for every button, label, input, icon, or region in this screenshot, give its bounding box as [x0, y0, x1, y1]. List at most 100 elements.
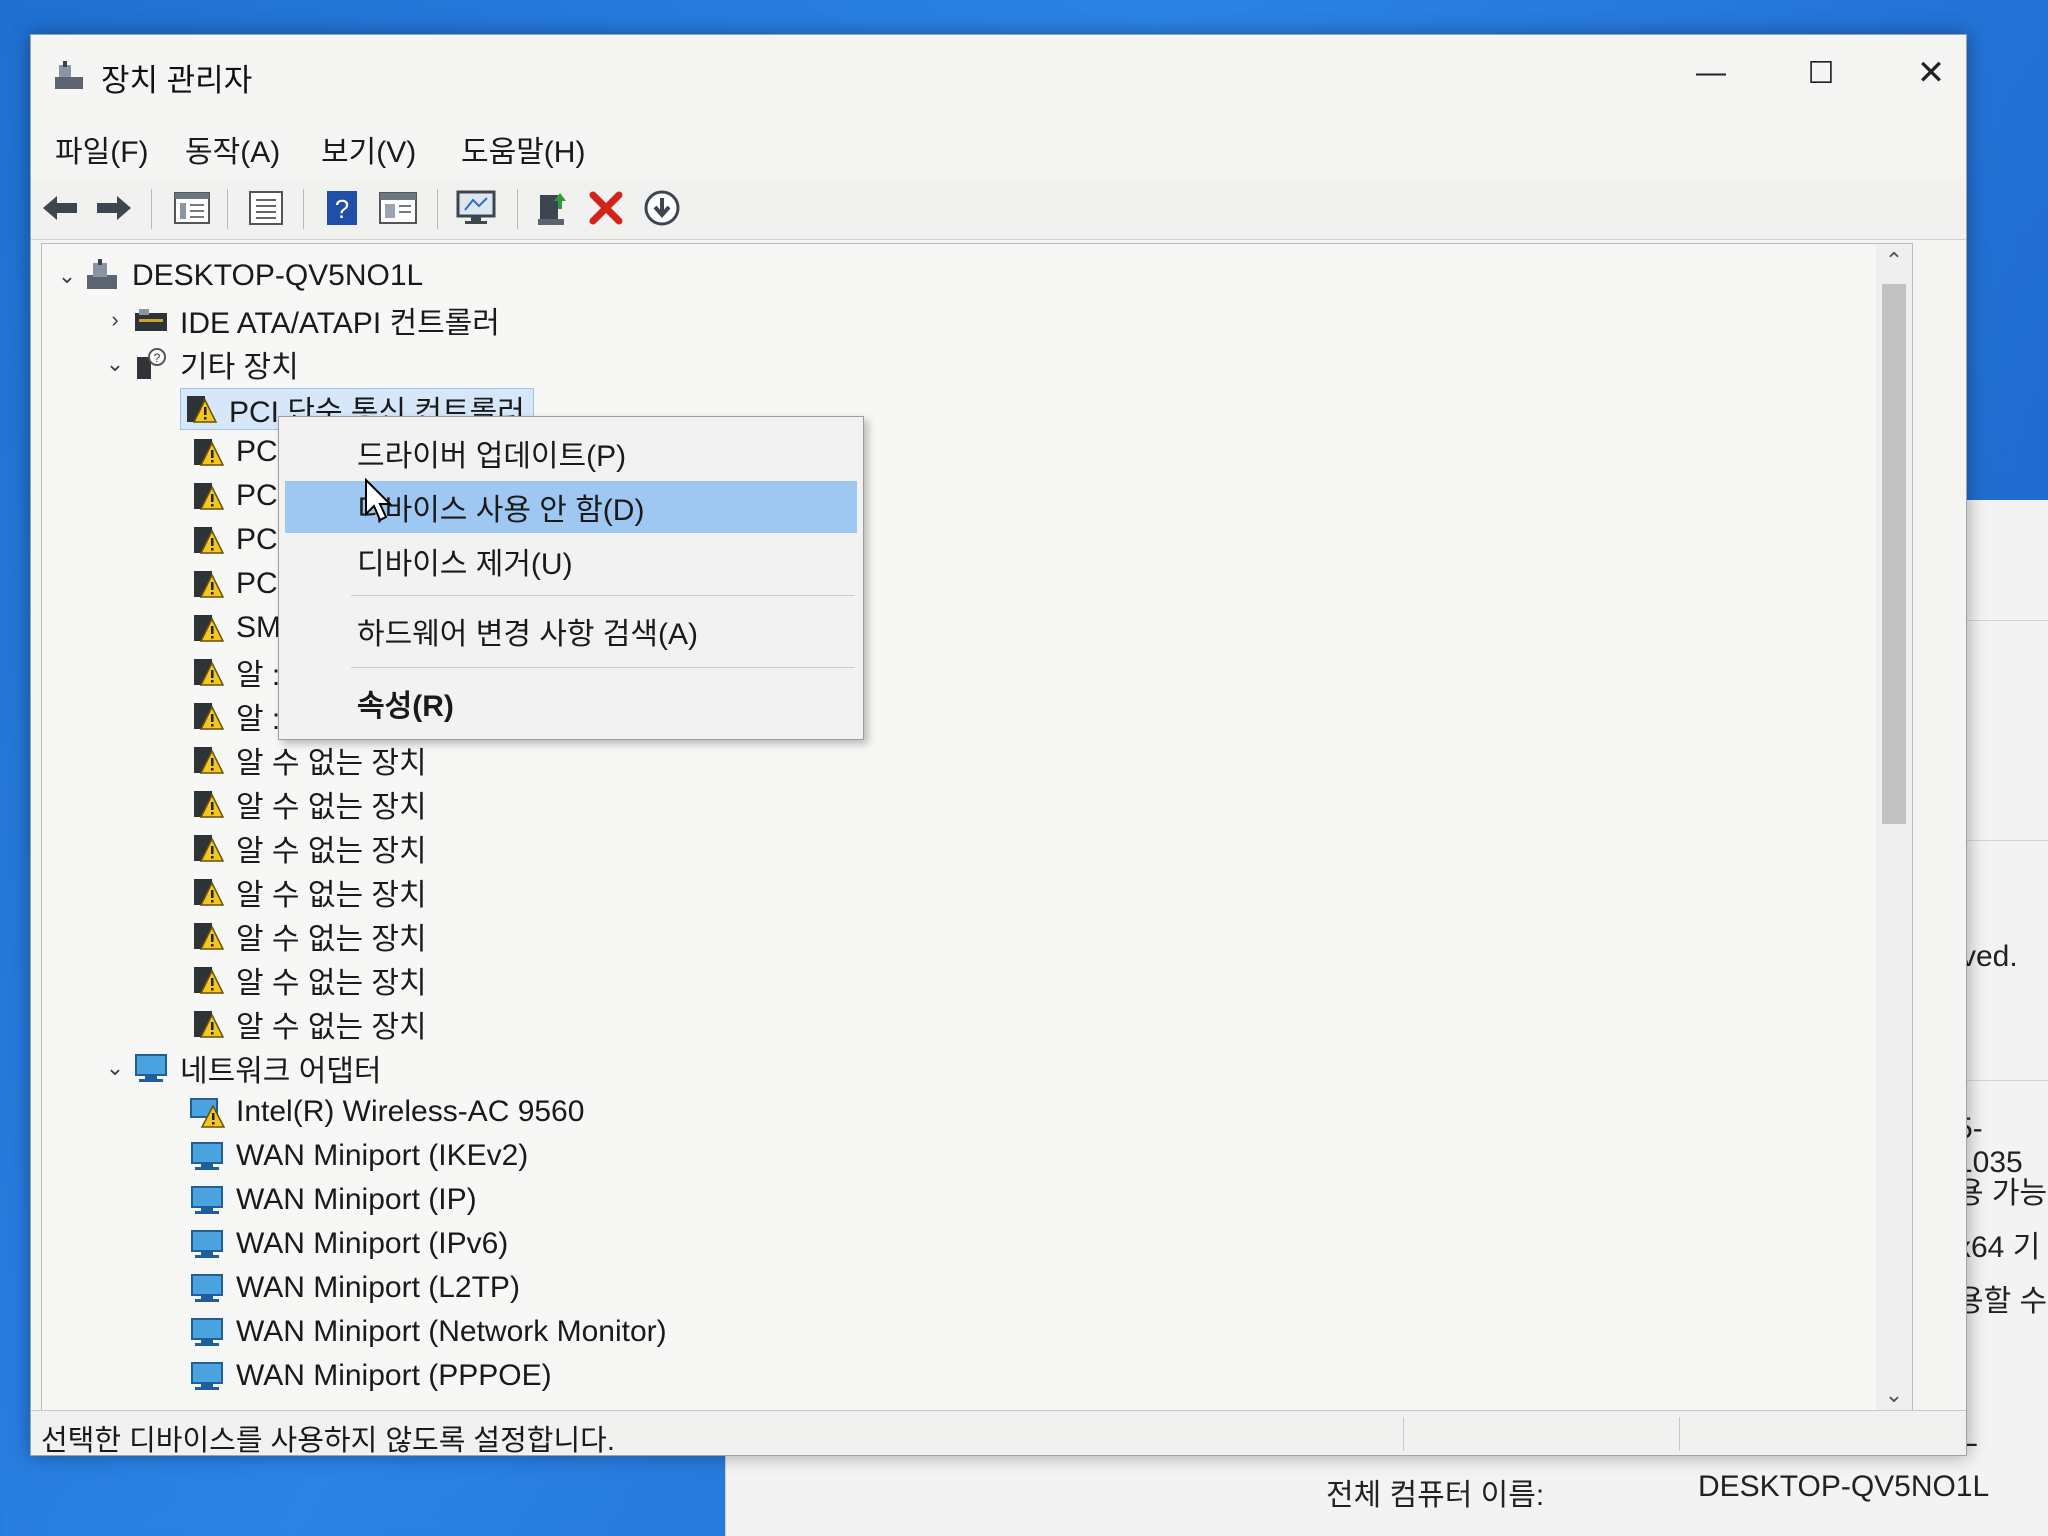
tree-item[interactable]: PCI [188, 564, 286, 604]
network-adapter-icon [188, 1182, 226, 1218]
show-hide-tree-icon[interactable] [171, 187, 213, 229]
menu-item-scan-hardware[interactable]: 하드웨어 변경 사항 검색(A) [285, 605, 857, 657]
tree-label: WAN Miniport (Network Monitor) [236, 1315, 667, 1348]
bg-text: 용할 수 [1956, 1285, 2048, 1318]
warning-device-icon [188, 962, 226, 998]
tree-label: 네트워크 어댑터 [180, 1055, 382, 1088]
context-menu: 드라이버 업데이트(P) 디바이스 사용 안 함(D) 디바이스 제거(U) 하… [278, 416, 864, 740]
tree-item[interactable]: 알 수 없는 장치 [188, 916, 427, 956]
tree-item[interactable]: WAN Miniport (PPPOE) [188, 1356, 552, 1396]
uninstall-icon[interactable] [585, 187, 627, 229]
tree-item[interactable]: PCI [188, 520, 286, 560]
tree-item[interactable]: 알 수 없는 장치 [188, 960, 427, 1000]
tree-item[interactable]: WAN Miniport (IKEv2) [188, 1136, 528, 1176]
tree-label: WAN Miniport (IPv6) [236, 1227, 509, 1260]
forward-icon[interactable] [93, 187, 135, 229]
tree-label: Intel(R) Wireless-AC 9560 [236, 1095, 585, 1128]
menu-item-properties[interactable]: 속성(R) [285, 677, 857, 729]
vertical-scrollbar[interactable]: ⌃ ⌄ [1876, 244, 1912, 1412]
update-driver-icon[interactable] [531, 187, 573, 229]
menu-separator [351, 595, 855, 596]
menu-file[interactable]: 파일(F) [55, 127, 149, 171]
bg-text: ved. [1961, 940, 2018, 973]
menu-item-uninstall-device[interactable]: 디바이스 제거(U) [285, 535, 857, 587]
view-icon[interactable] [377, 187, 419, 229]
toolbar: ? [31, 177, 1966, 240]
chevron-down-icon[interactable]: ⌄ [50, 263, 84, 289]
divider [1956, 840, 2048, 841]
warning-device-icon [188, 566, 226, 602]
warning-device-icon [188, 654, 226, 690]
computer-icon [84, 258, 122, 294]
scroll-down-icon[interactable]: ⌄ [1876, 1378, 1912, 1412]
menu-help[interactable]: 도움말(H) [461, 127, 585, 171]
tree-root[interactable]: ⌄ DESKTOP-QV5NO1L [50, 256, 423, 296]
ide-controller-icon [132, 302, 170, 338]
scroll-up-icon[interactable]: ⌃ [1876, 244, 1912, 278]
chevron-down-icon[interactable]: ⌄ [98, 1055, 132, 1081]
tree-label: 기타 장치 [180, 351, 299, 384]
tree-label: 알 수 없는 장치 [236, 923, 427, 956]
chevron-right-icon[interactable]: › [98, 307, 132, 333]
minimize-button[interactable]: — [1656, 43, 1766, 103]
warning-device-icon [188, 918, 226, 954]
tree-item[interactable]: WAN Miniport (IPv6) [188, 1224, 508, 1264]
tree-item[interactable]: SM [188, 608, 281, 648]
properties-icon[interactable] [245, 187, 287, 229]
tree-label: 알 수 없는 장치 [236, 967, 427, 1000]
menu-item-update-driver[interactable]: 드라이버 업데이트(P) [285, 427, 857, 479]
menu-action[interactable]: 동작(A) [185, 127, 280, 171]
menu-view[interactable]: 보기(V) [321, 127, 416, 171]
tree-item[interactable]: 알 : [188, 696, 280, 736]
maximize-button[interactable]: ☐ [1766, 43, 1876, 103]
tree-label: 알 : [236, 703, 281, 736]
svg-text:?: ? [335, 194, 349, 224]
tree-category-other[interactable]: ⌄ ? 기타 장치 [98, 344, 299, 384]
tree-item[interactable]: 알 수 없는 장치 [188, 872, 427, 912]
device-manager-icon [55, 61, 83, 89]
tree-label: WAN Miniport (L2TP) [236, 1271, 520, 1304]
tree-item[interactable]: WAN Miniport (Network Monitor) [188, 1312, 667, 1352]
tree-item[interactable]: WAN Miniport (L2TP) [188, 1268, 520, 1308]
warning-device-icon [188, 874, 226, 910]
network-adapter-icon [188, 1138, 226, 1174]
warning-device-icon [188, 610, 226, 646]
warning-device-icon [188, 698, 226, 734]
tree-category-network[interactable]: ⌄ 네트워크 어댑터 [98, 1048, 382, 1088]
tree-item[interactable]: WAN Miniport (IP) [188, 1180, 477, 1220]
bg-text: x64 기 [1956, 1231, 2041, 1264]
warning-device-icon [188, 1006, 226, 1042]
tree-root-label: DESKTOP-QV5NO1L [132, 259, 424, 292]
disable-icon[interactable] [641, 187, 683, 229]
tree-category-ide[interactable]: › IDE ATA/ATAPI 컨트롤러 [98, 300, 500, 340]
help-icon[interactable]: ? [321, 187, 363, 229]
network-warning-icon [188, 1094, 226, 1130]
status-text: 선택한 디바이스를 사용하지 않도록 설정합니다. [41, 1425, 615, 1457]
tree-item[interactable]: 알 수 없는 장치 [188, 784, 427, 824]
title-bar[interactable]: 장치 관리자 — ☐ ✕ [31, 35, 1966, 117]
network-adapter-icon [188, 1270, 226, 1306]
tree-label: 알 수 없는 장치 [236, 1011, 427, 1044]
back-icon[interactable] [39, 187, 81, 229]
network-adapter-icon [188, 1358, 226, 1394]
tree-label: 알 수 없는 장치 [236, 747, 427, 780]
tree-item[interactable]: 알 : [188, 652, 280, 692]
scan-monitor-icon[interactable] [455, 187, 497, 229]
divider [1956, 1080, 2048, 1081]
warning-device-icon [181, 391, 219, 427]
chevron-down-icon[interactable]: ⌄ [98, 351, 132, 377]
computer-name-value: DESKTOP-QV5NO1L [1698, 1470, 1990, 1503]
tree-item[interactable]: 알 수 없는 장치 [188, 828, 427, 868]
window-title: 장치 관리자 [101, 63, 253, 98]
tree-item[interactable]: 알 수 없는 장치 [188, 1004, 427, 1044]
tree-item[interactable]: Intel(R) Wireless-AC 9560 [188, 1092, 584, 1132]
close-button[interactable]: ✕ [1876, 43, 1986, 103]
tree-label: 알 수 없는 장치 [236, 879, 427, 912]
svg-text:?: ? [154, 351, 161, 365]
tree-item[interactable]: 알 수 없는 장치 [188, 740, 427, 780]
tree-item[interactable]: PCI [188, 476, 286, 516]
scroll-thumb[interactable] [1882, 284, 1906, 824]
network-adapter-icon [132, 1050, 170, 1086]
other-devices-icon: ? [132, 346, 170, 382]
tree-item[interactable]: PCI [188, 432, 286, 472]
